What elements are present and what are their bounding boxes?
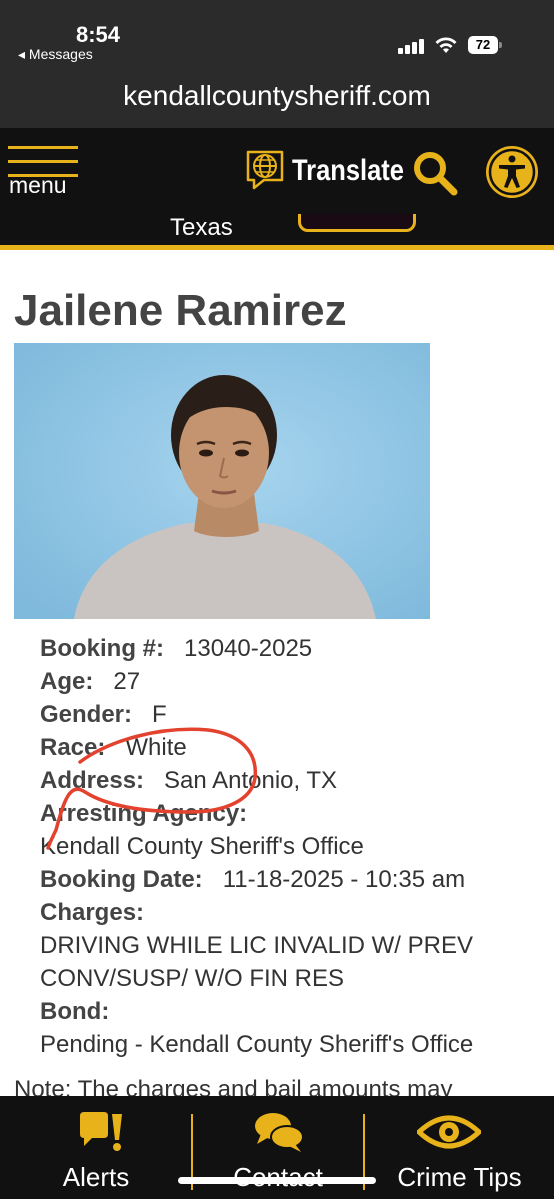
search-icon[interactable] [410, 148, 460, 198]
accessibility-icon[interactable] [484, 144, 540, 200]
header-divider [0, 245, 554, 250]
age-label: Age: [40, 668, 94, 695]
booking-date-row: Booking Date: 11-18-2025 - 10:35 am [40, 863, 550, 896]
eye-icon [417, 1115, 481, 1149]
charges-row: Charges: [40, 896, 550, 929]
home-indicator[interactable] [178, 1177, 376, 1184]
chat-bubbles-icon [255, 1113, 304, 1152]
address-row: Address: San Antonio, TX [40, 764, 550, 797]
booking-number-label: Booking #: [40, 635, 164, 662]
race-label: Race: [40, 734, 106, 761]
subheader: Texas [0, 214, 554, 248]
booking-number-row: Booking #: 13040-2025 [40, 632, 550, 665]
bond-row: Bond: [40, 995, 550, 1028]
bond-value: Pending - Kendall County Sheriff's Offic… [40, 1031, 474, 1058]
menu-label[interactable]: menu [9, 172, 67, 199]
charges-line-2: CONV/SUSP/ W/O FIN RES [40, 965, 345, 992]
race-row: Race: White [40, 731, 550, 764]
gender-value: F [152, 701, 167, 728]
race-value: White [125, 734, 187, 761]
location-text: Texas [170, 214, 233, 241]
bottom-nav-crime-tips-label: Crime Tips [397, 1162, 522, 1192]
address-value: San Antonio, TX [164, 767, 338, 794]
bottom-nav-alerts[interactable]: Alerts [0, 1096, 192, 1199]
bond-label: Bond: [40, 998, 110, 1025]
gender-label: Gender: [40, 701, 133, 728]
address-bar[interactable]: kendallcountysheriff.com [0, 70, 554, 128]
battery-icon: 72 [468, 36, 502, 54]
wifi-icon [435, 37, 457, 53]
battery-level: 72 [468, 36, 498, 54]
arresting-agency-row: Arresting Agency: [40, 797, 550, 830]
age-row: Age: 27 [40, 665, 550, 698]
booking-number-value: 13040-2025 [184, 635, 313, 662]
translate-button[interactable]: Translate [292, 154, 404, 188]
sheriff-badge-logo [298, 214, 416, 232]
bottom-nav-alerts-label: Alerts [62, 1162, 130, 1192]
inmate-details: Booking #: 13040-2025 Age: 27 Gender: F … [40, 632, 550, 1061]
booking-date-value: 11-18-2025 - 10:35 am [222, 866, 466, 893]
booking-date-label: Booking Date: [40, 866, 203, 893]
globe-icon[interactable] [244, 148, 286, 190]
charges-line-1: DRIVING WHILE LIC INVALID W/ PREV [40, 932, 473, 959]
status-time: 8:54 [76, 22, 121, 47]
alert-bubble-icon [80, 1112, 122, 1151]
cellular-signal-icon [398, 38, 426, 54]
address-label: Address: [40, 767, 145, 794]
arresting-agency-value: Kendall County Sheriff's Office [40, 833, 364, 860]
back-to-messages-link[interactable]: ◂ Messages [18, 46, 93, 63]
age-value: 27 [113, 668, 141, 695]
site-header: menu Translate [0, 128, 554, 214]
arresting-agency-value-row: Kendall County Sheriff's Office [40, 830, 550, 863]
arresting-agency-label: Arresting Agency: [40, 800, 248, 827]
inmate-name: Jailene Ramirez [14, 286, 347, 335]
charges-label: Charges: [40, 899, 145, 926]
status-bar: 8:54 ◂ Messages 72 [0, 0, 554, 70]
gender-row: Gender: F [40, 698, 550, 731]
bottom-nav-crime-tips[interactable]: Crime Tips [365, 1096, 554, 1199]
inmate-photo [14, 343, 430, 619]
